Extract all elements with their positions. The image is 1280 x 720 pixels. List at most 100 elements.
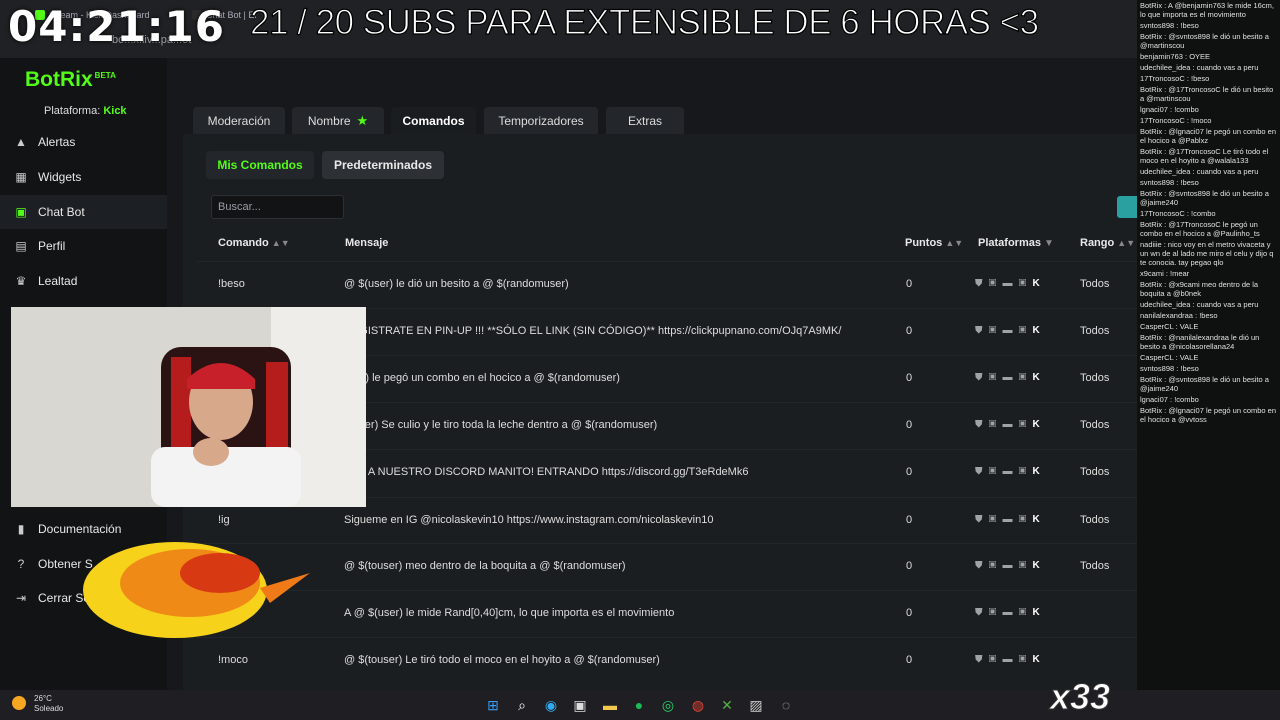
sidebar-item-widgets[interactable]: ▦ Widgets	[0, 160, 167, 194]
col-puntos[interactable]: Puntos ▲▼	[905, 237, 963, 249]
chat-message: BotRix : @17TroncosoC le dió un besito a…	[1140, 85, 1274, 103]
fire-emote-overlay	[80, 528, 310, 643]
platform-icons[interactable]: ⛊▣▬▣K	[975, 560, 1040, 571]
beta-badge: BETA	[94, 71, 116, 80]
subtab-predeterminados[interactable]: Predeterminados	[322, 151, 444, 179]
chat-message: BotRix : @svntos898 le dió un besito a @…	[1140, 189, 1269, 207]
kick-icon: K	[1032, 419, 1040, 430]
id-card-icon: ▤	[15, 239, 27, 253]
platform-icons[interactable]: ⛊▣▬▣K	[975, 654, 1040, 665]
platform-icon: ⛊▣▬▣	[975, 419, 1033, 430]
star-icon: ★	[356, 112, 369, 128]
platform-icon: ⛊▣▬▣	[975, 514, 1033, 525]
stream-chat-overlay: BotRix : A @benjamin763 le mide 16cm, lo…	[1137, 0, 1280, 690]
col-rango[interactable]: Rango ▲▼	[1080, 237, 1135, 249]
logout-icon: ⇥	[15, 591, 27, 605]
command-message: @ $(user) le dió un besito a @ $(randomu…	[344, 278, 569, 290]
sidebar-item-alertas[interactable]: ▲ Alertas	[0, 125, 167, 159]
explorer-icon[interactable]: ▬	[600, 695, 620, 715]
kick-icon: K	[1032, 466, 1040, 477]
platform-icons[interactable]: ⛊▣▬▣K	[975, 514, 1040, 525]
command-points: 0	[906, 325, 913, 337]
command-points: 0	[906, 372, 913, 384]
platform-icon: ⛊▣▬▣	[975, 654, 1033, 665]
chat-message: 17TroncosoC : !combo	[1140, 209, 1216, 218]
windows-start-icon[interactable]: ⊞	[483, 695, 503, 715]
kick-icon: K	[1032, 325, 1040, 336]
chat-message: BotRix : @17TroncosoC le pegó un combo e…	[1140, 220, 1260, 238]
tab-comandos[interactable]: Comandos	[391, 107, 476, 136]
sidebar-item-lealtad[interactable]: ♛ Lealtad	[0, 264, 167, 298]
edge-icon[interactable]: ◉	[541, 695, 561, 715]
store-icon[interactable]: ▣	[570, 695, 590, 715]
search-input[interactable]	[211, 195, 344, 219]
chat-message: BotRix : @lgnaci07 le pegó un combo en e…	[1140, 406, 1277, 424]
xbox-icon[interactable]: ✕	[717, 695, 737, 715]
command-points: 0	[906, 466, 913, 478]
header-label: Comando	[218, 237, 269, 249]
header-label: Rango	[1080, 237, 1115, 249]
weather-widget[interactable]: 26°C Soleado	[34, 694, 63, 714]
chat-message: BotRix : @svntos898 le dió un besito a @…	[1140, 32, 1269, 50]
table-row[interactable]: A @ $(user) le mide Rand[0,40]cm, lo que…	[197, 590, 1137, 638]
command-points: 0	[906, 419, 913, 431]
kick-icon: K	[1032, 278, 1040, 289]
chat-message: svntos898 : !beso	[1140, 364, 1199, 373]
sidebar-item-label: Widgets	[38, 170, 82, 184]
command-message: @ $(touser) meo dentro de la boquita a @…	[344, 560, 626, 572]
obs-icon[interactable]: ◌	[776, 695, 796, 715]
warning-icon: ▲	[15, 135, 27, 149]
botrix-logo[interactable]: BotRix BETA	[25, 68, 116, 92]
chrome-icon[interactable]: ◍	[688, 695, 708, 715]
trophy-icon: ♛	[15, 274, 27, 288]
col-plataformas[interactable]: Plataformas ▼	[978, 237, 1054, 249]
platform-icons[interactable]: ⛊▣▬▣K	[975, 372, 1040, 383]
tab-nombre[interactable]: Nombre ★	[292, 107, 384, 134]
sticker-overlay: x33	[1049, 676, 1111, 718]
platform-value: Kick	[103, 105, 127, 117]
chat-message: 17TroncosoC : !moco	[1140, 116, 1212, 125]
chat-message: svntos898 : !beso	[1140, 21, 1199, 30]
table-row[interactable]: @ $(touser) meo dentro de la boquita a @…	[197, 543, 1137, 591]
tab-moderacion[interactable]: Moderación	[193, 107, 285, 134]
command-message: REGISTRATE EN PIN-UP !!! **SÓLO EL LINK …	[344, 325, 842, 337]
chat-message: lgnaci07 : !combo	[1140, 395, 1199, 404]
chat-message: lgnaci07 : !combo	[1140, 105, 1199, 114]
platform-icons[interactable]: ⛊▣▬▣K	[975, 607, 1040, 618]
subtab-label: Predeterminados	[333, 158, 433, 172]
sort-icon: ▲▼	[1117, 238, 1136, 248]
search-icon[interactable]: ⌕	[512, 695, 532, 715]
platform-icons[interactable]: ⛊▣▬▣K	[975, 278, 1040, 289]
spotify-icon[interactable]: ●	[629, 695, 649, 715]
logo-text: BotRix	[25, 68, 93, 91]
platform-icons[interactable]: ⛊▣▬▣K	[975, 419, 1040, 430]
sidebar-item-label: Alertas	[38, 135, 76, 149]
streamer-webcam-image	[11, 307, 366, 507]
table-row[interactable]: !beso @ $(user) le dió un besito a @ $(ra…	[197, 261, 1137, 309]
app-icon[interactable]: ▨	[746, 695, 766, 715]
platform-icon: ⛊▣▬▣	[975, 325, 1033, 336]
help-icon: ?	[17, 557, 25, 571]
kick-icon: K	[1032, 560, 1040, 571]
chat-message: BotRix : @svntos898 le dió un besito a @…	[1140, 375, 1269, 393]
command-rank: Todos	[1080, 278, 1110, 290]
command-message: touser) Se culio y le tiro toda la leche…	[344, 419, 658, 431]
command-name: !moco	[218, 654, 248, 666]
platform-icons[interactable]: ⛊▣▬▣K	[975, 466, 1040, 477]
chat-message: BotRix : @17TroncosoC Le tiró todo el mo…	[1140, 147, 1269, 165]
chat-message: 17TroncosoC : !beso	[1140, 74, 1210, 83]
platform-icon: ⛊▣▬▣	[975, 607, 1033, 618]
chat-message: BotRix : @x9cami meo dentro de la boquit…	[1140, 280, 1259, 298]
tab-temporizadores[interactable]: Temporizadores	[484, 107, 598, 134]
whatsapp-icon[interactable]: ◎	[658, 695, 678, 715]
subtab-mis-comandos[interactable]: Mis Comandos	[206, 151, 314, 179]
sidebar-item-perfil[interactable]: ▤ Perfil	[0, 229, 167, 263]
command-name: !ig	[218, 514, 230, 526]
add-command-button[interactable]	[1117, 196, 1137, 218]
platform-icons[interactable]: ⛊▣▬▣K	[975, 325, 1040, 336]
col-comando[interactable]: Comando ▲▼	[218, 237, 290, 249]
sidebar-item-chatbot[interactable]: ▣ Chat Bot	[0, 195, 167, 229]
table-row[interactable]: !moco @ $(touser) Le tiró todo el moco en…	[197, 637, 1137, 685]
tab-extras[interactable]: Extras	[606, 107, 684, 134]
header-label: Plataformas	[978, 237, 1041, 249]
